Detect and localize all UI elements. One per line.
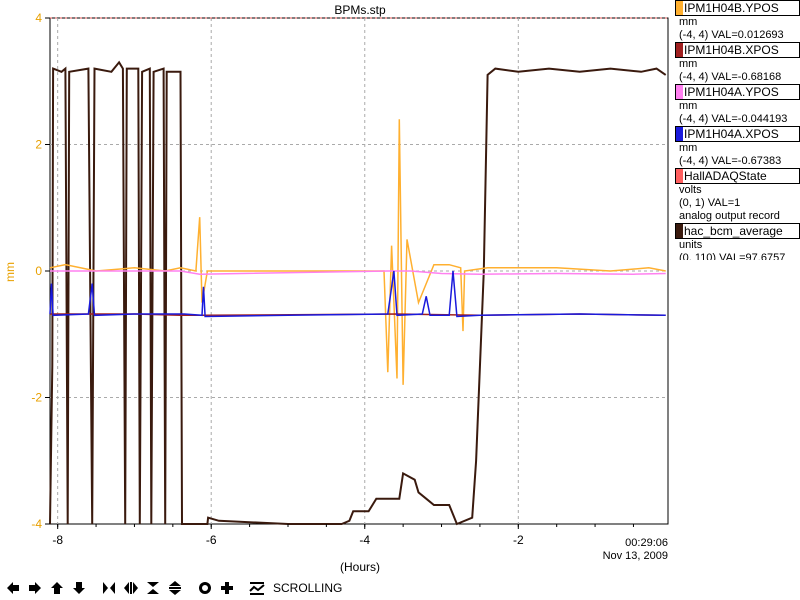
scroll-mode-button[interactable]	[247, 578, 267, 598]
legend-units: mm	[679, 142, 698, 154]
x-axis-label: (Hours)	[340, 560, 380, 574]
auto-scale-button[interactable]	[195, 578, 215, 598]
scroll-mode-icon	[249, 581, 265, 595]
toolbar: SCROLLING	[0, 575, 800, 600]
legend-range-value: (-4, 4) VAL=0.012693	[679, 29, 784, 41]
legend-pv-name[interactable]: hac_bcm_average	[675, 223, 800, 239]
zoom-out-x-button[interactable]	[121, 578, 141, 598]
legend-item[interactable]: HallADAQState volts (0, 1) VAL=1 analog out…	[671, 168, 800, 223]
x-tick-label: -8	[52, 533, 63, 547]
y-tick-label: -2	[31, 391, 42, 405]
legend-item[interactable]: IPM1H04A.YPOS mm (-4, 4) VAL=-0.044193	[671, 84, 800, 126]
legend-color-swatch	[676, 169, 683, 183]
pan-up-button[interactable]	[47, 578, 67, 598]
legend-name: IPM1H04B.XPOS	[684, 43, 779, 57]
legend-units: mm	[679, 16, 698, 28]
legend-range-value: (0, 1) VAL=1	[679, 197, 741, 209]
y-tick-label: 0	[35, 264, 42, 278]
legend-range-value: (-4, 4) VAL=-0.67383	[679, 155, 782, 167]
legend-item[interactable]: hac_bcm_average units (0, 110) VAL=97.6757…	[671, 223, 800, 260]
x-tick-label: -6	[206, 533, 217, 547]
legend-color-swatch	[676, 43, 683, 57]
legend-range-value: (-4, 4) VAL=-0.044193	[679, 113, 788, 125]
legend-pv-name[interactable]: IPM1H04B.XPOS	[675, 42, 800, 58]
legend-color-swatch	[676, 127, 683, 141]
zoom-out-y-icon	[169, 580, 181, 595]
legend-name: HallADAQState	[684, 169, 767, 183]
y-tick-label: 2	[35, 138, 42, 152]
zoom-out-y-button[interactable]	[165, 578, 185, 598]
legend-item[interactable]: IPM1H04B.XPOS mm (-4, 4) VAL=-0.68168	[671, 42, 800, 84]
legend-color-swatch	[676, 1, 683, 15]
zoom-in-x-button[interactable]	[99, 578, 119, 598]
legend-units: mm	[679, 58, 698, 70]
legend-range-value: (0, 110) VAL=97.6757	[679, 252, 786, 260]
circle-icon	[199, 581, 211, 594]
legend-units: units	[679, 239, 703, 251]
y-axis-label: mm	[3, 262, 17, 282]
legend-name: hac_bcm_average	[684, 224, 783, 238]
legend: IPM1H04B.YPOS mm (-4, 4) VAL=0.012693 IPM1H…	[671, 0, 800, 260]
legend-pv-name[interactable]: IPM1H04A.YPOS	[675, 84, 800, 100]
legend-units: volts	[679, 184, 702, 196]
arrow-left-icon	[7, 581, 19, 594]
zoom-in-y-button[interactable]	[143, 578, 163, 598]
arrow-up-icon	[51, 581, 63, 594]
legend-record-type: analog output record	[679, 210, 780, 222]
zoom-out-x-icon	[124, 581, 138, 594]
legend-pv-name[interactable]: HallADAQState	[675, 168, 800, 184]
timestamp-date: Nov 13, 2009	[603, 550, 668, 562]
y-tick-label: 4	[35, 11, 42, 25]
arrow-right-icon	[29, 581, 41, 594]
legend-name: IPM1H04B.YPOS	[684, 1, 779, 15]
pan-left-button[interactable]	[3, 578, 23, 598]
zoom-in-x-icon	[103, 581, 115, 594]
arrow-down-icon	[73, 581, 85, 594]
y-tick-label: -4	[31, 517, 42, 531]
legend-color-swatch	[676, 85, 683, 99]
pan-down-button[interactable]	[69, 578, 89, 598]
legend-units: mm	[679, 100, 698, 112]
legend-pv-name[interactable]: IPM1H04B.YPOS	[675, 0, 800, 16]
legend-color-swatch	[676, 224, 683, 238]
reset-button[interactable]	[217, 578, 237, 598]
legend-range-value: (-4, 4) VAL=-0.68168	[679, 71, 782, 83]
x-tick-label: -2	[513, 533, 524, 547]
legend-item[interactable]: IPM1H04B.YPOS mm (-4, 4) VAL=0.012693	[671, 0, 800, 42]
legend-name: IPM1H04A.YPOS	[684, 85, 779, 99]
chart-title: BPMs.stp	[334, 3, 386, 17]
pan-right-button[interactable]	[25, 578, 45, 598]
legend-name: IPM1H04A.XPOS	[684, 127, 779, 141]
zoom-in-y-icon	[147, 581, 159, 594]
timestamp-time: 00:29:06	[625, 537, 668, 549]
plus-icon	[221, 581, 233, 594]
legend-item[interactable]: IPM1H04A.XPOS mm (-4, 4) VAL=-0.67383	[671, 126, 800, 168]
legend-pv-name[interactable]: IPM1H04A.XPOS	[675, 126, 800, 142]
x-tick-label: -4	[359, 533, 370, 547]
mode-label: SCROLLING	[273, 580, 343, 595]
